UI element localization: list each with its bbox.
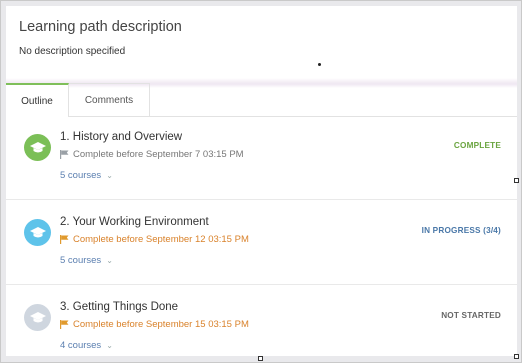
item-title[interactable]: 3. Getting Things Done [60, 301, 178, 313]
description-title: Learning path description [19, 19, 182, 35]
due-date-text: Complete before September 7 03:15 PM [73, 149, 244, 160]
flag-icon [60, 150, 69, 159]
courses-toggle[interactable]: 5 courses ⌄ [60, 170, 113, 181]
graduation-cap-icon [24, 134, 51, 161]
due-date-text: Complete before September 12 03:15 PM [73, 234, 249, 245]
description-text: No description specified [19, 46, 126, 57]
list-item: 1. History and Overview Complete before … [6, 118, 517, 200]
chevron-down-icon: ⌄ [106, 171, 113, 180]
courses-toggle[interactable]: 5 courses ⌄ [60, 255, 113, 266]
list-item: 2. Your Working Environment Complete bef… [6, 203, 517, 285]
due-date: Complete before September 12 03:15 PM [60, 234, 249, 245]
cursor-dot [318, 63, 321, 66]
item-title[interactable]: 1. History and Overview [60, 131, 182, 143]
chevron-down-icon: ⌄ [106, 341, 113, 350]
flag-icon [60, 235, 69, 244]
courses-count: 4 courses [60, 340, 102, 351]
flag-icon [60, 320, 69, 329]
resize-handle[interactable] [514, 178, 519, 183]
due-date: Complete before September 15 03:15 PM [60, 319, 249, 330]
courses-count: 5 courses [60, 255, 102, 266]
learning-path-panel: Learning path description No description… [6, 6, 517, 356]
due-date: Complete before September 7 03:15 PM [60, 149, 244, 160]
courses-toggle[interactable]: 4 courses ⌄ [60, 340, 113, 351]
list-item: 3. Getting Things Done Complete before S… [6, 288, 517, 356]
resize-handle[interactable] [258, 356, 263, 361]
status-label: IN PROGRESS (3/4) [421, 226, 501, 235]
chevron-down-icon: ⌄ [106, 256, 113, 265]
description-section: Learning path description No description… [6, 6, 517, 78]
item-title[interactable]: 2. Your Working Environment [60, 216, 209, 228]
courses-count: 5 courses [60, 170, 102, 181]
status-label: COMPLETE [453, 141, 501, 150]
graduation-cap-icon [24, 219, 51, 246]
graduation-cap-icon [24, 304, 51, 331]
status-label: NOT STARTED [441, 311, 501, 320]
resize-handle[interactable] [514, 354, 519, 359]
tab-outline[interactable]: Outline [6, 83, 69, 117]
due-date-text: Complete before September 15 03:15 PM [73, 319, 249, 330]
tab-bar: Outline Comments [6, 83, 517, 117]
tab-comments[interactable]: Comments [69, 83, 150, 117]
